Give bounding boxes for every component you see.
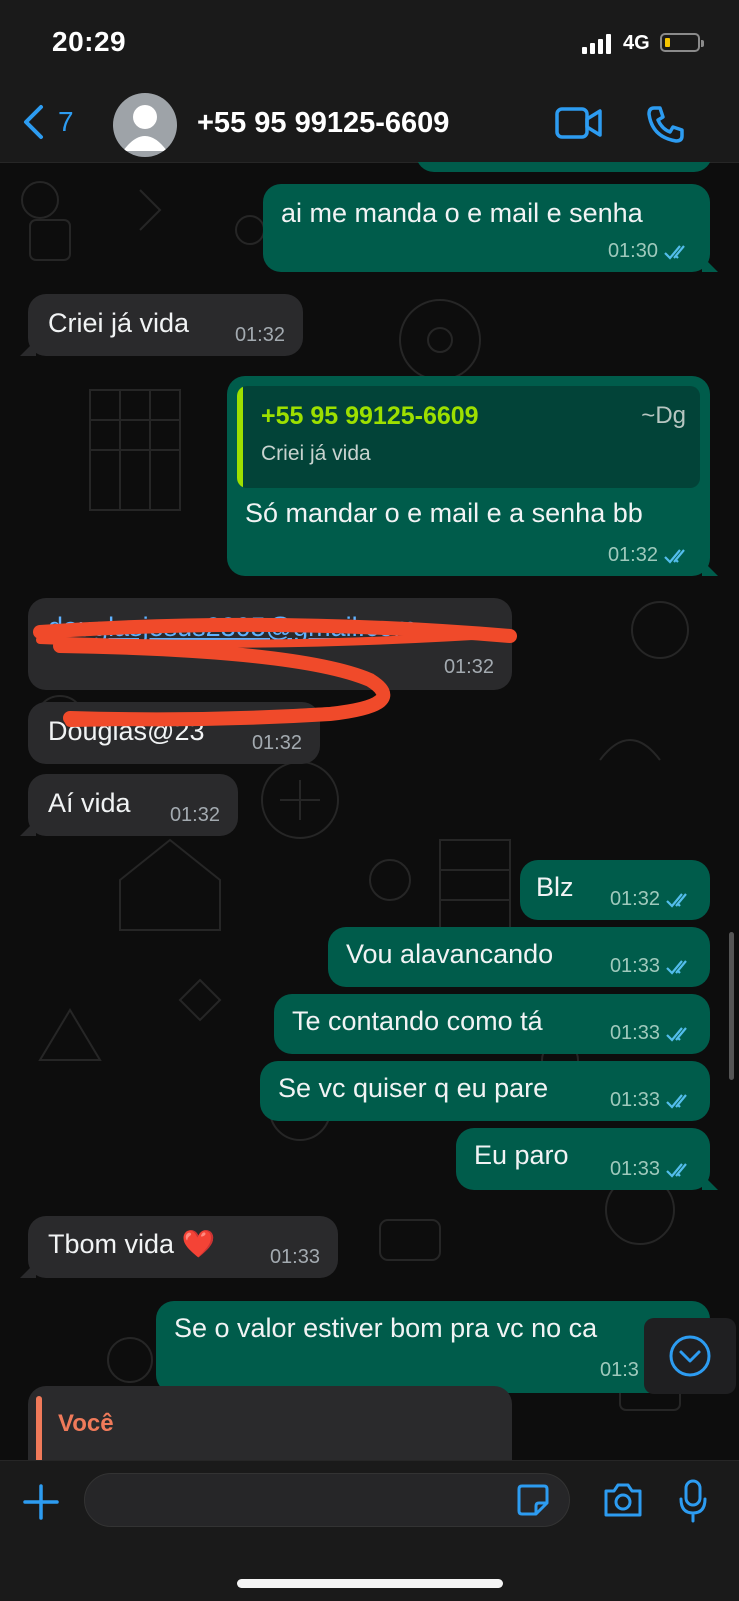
message-meta: 01:3 — [600, 1359, 639, 1382]
double-check-icon — [664, 548, 685, 564]
avatar-icon — [123, 105, 167, 151]
message-text: Te contando como tá — [292, 1006, 543, 1036]
double-check-icon — [666, 1093, 687, 1109]
chat-header: 7 +55 95 99125-6609 — [0, 90, 739, 163]
video-call-icon[interactable] — [555, 106, 603, 140]
message-meta: 01:32 — [608, 544, 692, 567]
message-bubble-in[interactable]: Tbom vida ❤️ 01:33 — [20, 1216, 338, 1278]
message-bubble-out[interactable]: Blz 01:32 — [520, 860, 710, 920]
double-check-icon — [666, 892, 687, 908]
message-meta: 01:33 — [610, 955, 694, 978]
message-meta: 01:32 — [610, 888, 694, 911]
message-list[interactable]: ai me manda o e mail e senha 01:30 Criei… — [0, 162, 739, 1460]
message-meta: 01:30 — [608, 240, 692, 263]
chevron-down-icon — [669, 1335, 711, 1377]
message-meta: 01:33 — [270, 1246, 320, 1269]
scroll-to-bottom-button[interactable] — [644, 1318, 736, 1394]
message-bubble-out[interactable]: +55 95 99125-6609 ~Dg Criei já vida Só m… — [227, 376, 718, 576]
clock: 20:29 — [52, 26, 127, 57]
network-type: 4G — [623, 32, 650, 54]
message-text: Vou alavancando — [346, 939, 554, 969]
quoted-text: Criei já vida — [261, 442, 371, 465]
message-text: Eu paro — [474, 1140, 569, 1170]
message-meta: 01:33 — [610, 1089, 694, 1112]
message-text: Só mandar o e mail e a senha bb — [245, 498, 643, 528]
quoted-author: ~Dg — [641, 402, 686, 429]
message-time: 01:32 — [169, 804, 220, 826]
phone-icon[interactable] — [646, 104, 686, 144]
status-bar: 20:29 4G — [0, 0, 739, 90]
message-text: Criei já vida — [48, 308, 190, 338]
message-bubble-out[interactable]: Se o valor estiver bom pra vc no ca 01:3 — [156, 1301, 710, 1393]
message-meta: 01:32 — [235, 324, 285, 347]
message-time: 01:33 — [609, 1158, 660, 1180]
double-check-icon — [664, 244, 685, 260]
redaction-scribble — [33, 617, 517, 727]
message-meta: 01:33 — [610, 1022, 694, 1045]
message-time: 01:33 — [609, 1089, 660, 1111]
message-text: Aí vida — [48, 788, 131, 818]
home-indicator — [237, 1579, 503, 1588]
back-button[interactable]: 7 — [22, 104, 74, 140]
plus-icon[interactable] — [22, 1483, 60, 1521]
message-bubble-out[interactable] — [416, 162, 712, 172]
sticker-icon[interactable] — [516, 1483, 550, 1517]
message-bubble-out[interactable]: Se vc quiser q eu pare 01:33 — [260, 1061, 710, 1121]
scrollbar[interactable] — [729, 932, 734, 1080]
message-time: 01:33 — [609, 1022, 660, 1044]
microphone-icon[interactable] — [678, 1479, 708, 1523]
message-composer — [0, 1460, 739, 1601]
message-text: Se o valor estiver bom pra vc no ca — [174, 1313, 598, 1343]
message-bubble-in[interactable]: Criei já vida 01:32 — [20, 294, 303, 356]
contact-name[interactable]: +55 95 99125-6609 — [197, 107, 449, 140]
avatar[interactable] — [113, 93, 177, 157]
message-time: 01:32 — [607, 544, 658, 566]
message-time: 01:33 — [609, 955, 660, 977]
quoted-sender: Você — [58, 1410, 114, 1437]
message-meta: 01:32 — [170, 804, 220, 827]
message-text: Tbom vida ❤️ — [48, 1229, 216, 1259]
message-time: 01:33 — [269, 1246, 320, 1268]
unread-count: 7 — [58, 106, 74, 137]
message-text: ai me manda o e mail e senha — [281, 198, 643, 228]
message-input[interactable] — [84, 1473, 570, 1527]
message-bubble-in[interactable]: Você — [28, 1386, 512, 1460]
message-text: Se vc quiser q eu pare — [278, 1073, 549, 1103]
message-bubble-out[interactable]: Eu paro 01:33 — [456, 1128, 718, 1190]
double-check-icon — [666, 1026, 687, 1042]
message-meta: 01:33 — [610, 1158, 694, 1181]
message-bubble-in[interactable]: Aí vida 01:32 — [20, 774, 238, 836]
message-bubble-out[interactable]: Vou alavancando 01:33 — [328, 927, 710, 987]
message-time: 01:32 — [234, 324, 285, 346]
message-bubble-out[interactable]: Te contando como tá 01:33 — [274, 994, 710, 1054]
message-text: Blz — [536, 872, 574, 902]
message-time: 01:32 — [609, 888, 660, 910]
message-bubble-out[interactable]: ai me manda o e mail e senha 01:30 — [263, 184, 718, 272]
quoted-sender: +55 95 99125-6609 — [261, 402, 479, 430]
message-time: 01:30 — [607, 240, 658, 262]
chevron-left-icon — [24, 105, 43, 139]
quoted-message[interactable]: +55 95 99125-6609 ~Dg Criei já vida — [237, 386, 700, 488]
signal-icon — [582, 34, 611, 54]
battery-icon — [660, 33, 704, 52]
double-check-icon — [666, 959, 687, 975]
message-time: 01:3 — [600, 1359, 639, 1381]
camera-icon[interactable] — [602, 1481, 644, 1519]
double-check-icon — [666, 1162, 687, 1178]
